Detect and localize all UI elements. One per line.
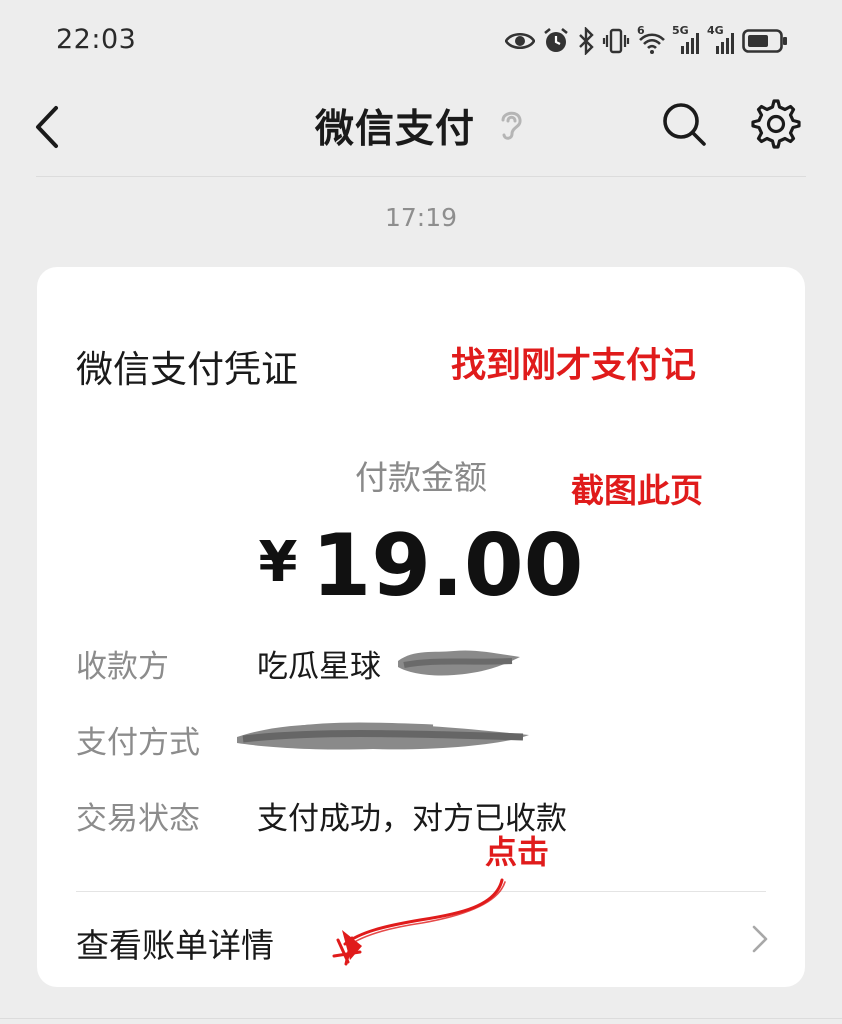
annotation-click: 点击 (485, 833, 550, 871)
vibrate-icon (602, 28, 630, 54)
amount-value: 19.00 (311, 516, 584, 616)
nav-bar: 微信支付 (0, 80, 842, 176)
alarm-icon (544, 27, 568, 52)
receipt-title: 微信支付凭证 (76, 348, 298, 391)
payee-value: 吃瓜星球 (257, 649, 381, 685)
status-time: 22:03 (56, 24, 137, 55)
annotation-arrow-icon (332, 878, 506, 966)
transaction-status-row: 交易状态 支付成功，对方已收款 (76, 793, 776, 837)
search-icon[interactable] (660, 100, 708, 148)
transaction-status-label: 交易状态 (76, 801, 200, 837)
payee-redaction (398, 650, 520, 676)
payment-method-label: 支付方式 (76, 725, 200, 761)
message-timestamp: 17:19 (384, 203, 458, 232)
bottom-divider (0, 1018, 842, 1019)
bluetooth-icon (579, 27, 594, 55)
page-title: 微信支付 (315, 107, 476, 152)
signal-5g-icon: 5G (672, 24, 700, 56)
currency-symbol: ¥ (258, 530, 298, 595)
nav-divider (36, 176, 806, 177)
wifi-6-icon: 6 (637, 24, 665, 56)
annotation-find-record: 找到刚才支付记 (451, 346, 697, 386)
chevron-right-icon (752, 925, 768, 953)
status-bar: 22:03 6 5G 4G (0, 0, 842, 80)
eye-icon (505, 32, 535, 50)
payee-label: 收款方 (76, 649, 169, 685)
gear-icon[interactable] (750, 98, 802, 150)
view-bill-details-label: 查看账单详情 (76, 926, 274, 965)
ear-icon[interactable] (496, 106, 526, 142)
payment-method-redaction (237, 722, 529, 750)
payment-amount: ¥19.00 (37, 523, 805, 609)
annotation-screenshot: 截图此页 (571, 471, 703, 510)
back-chevron-icon[interactable] (30, 102, 66, 152)
status-icons: 6 5G 4G (505, 24, 788, 58)
signal-4g-icon: 4G (707, 24, 735, 56)
battery-icon (742, 29, 787, 53)
